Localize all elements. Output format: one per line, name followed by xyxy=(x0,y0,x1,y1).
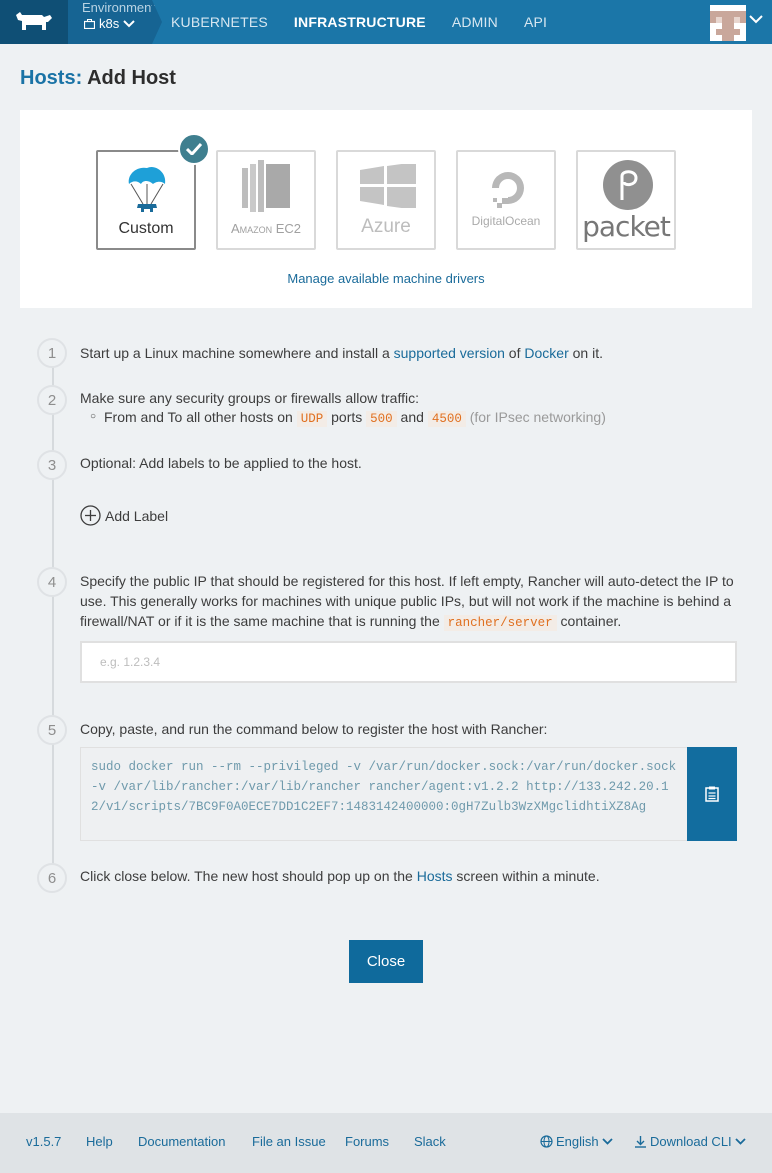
step-number-6: 6 xyxy=(37,863,67,893)
protocol-code: UDP xyxy=(296,411,328,427)
chevron-down-icon xyxy=(602,1138,613,1145)
rancher-logo[interactable] xyxy=(0,0,68,44)
steps-timeline xyxy=(52,355,54,885)
packet-icon xyxy=(603,160,653,210)
registration-command[interactable]: sudo docker run --rm --privileged -v /va… xyxy=(80,747,688,841)
step-2-bullet: ○ From and To all other hosts on UDP por… xyxy=(90,409,606,427)
footer-slack[interactable]: Slack xyxy=(414,1134,446,1149)
driver-azure-label: Azure xyxy=(361,216,411,237)
step-number-2: 2 xyxy=(37,385,67,415)
supported-version-link[interactable]: supported version xyxy=(394,345,505,361)
step-number-5: 5 xyxy=(37,715,67,745)
briefcase-icon xyxy=(84,18,95,29)
nav-infrastructure[interactable]: INFRASTRUCTURE xyxy=(294,14,426,30)
footer: v1.5.7 Help Documentation File an Issue … xyxy=(0,1113,772,1173)
footer-version[interactable]: v1.5.7 xyxy=(26,1134,61,1149)
step-1-text: Start up a Linux machine somewhere and i… xyxy=(80,345,603,361)
copy-command-button[interactable] xyxy=(687,747,737,841)
footer-documentation[interactable]: Documentation xyxy=(138,1134,225,1149)
step-5-text: Copy, paste, and run the command below t… xyxy=(80,721,548,737)
machine-driver-panel: Custom Amazon EC2 Azure DigitalOcean pac… xyxy=(20,110,752,308)
language-selector[interactable]: English xyxy=(540,1134,613,1149)
nav-api[interactable]: API xyxy=(524,14,547,30)
hosts-link[interactable]: Hosts xyxy=(417,868,453,884)
globe-icon xyxy=(540,1135,553,1148)
chevron-down-icon xyxy=(735,1138,746,1145)
step-number-4: 4 xyxy=(37,567,67,597)
top-nav: Environment k8s KUBERNETES INFRASTRUCTUR… xyxy=(0,0,772,44)
driver-amazon-ec2-label: Amazon EC2 xyxy=(230,221,302,236)
check-icon xyxy=(178,133,210,165)
step-4-text: Specify the public IP that should be reg… xyxy=(80,573,734,631)
add-label-button[interactable]: Add Label xyxy=(80,505,168,526)
amazon-ec2-icon xyxy=(242,160,290,212)
plus-circle-icon xyxy=(80,505,101,526)
download-icon xyxy=(635,1136,646,1148)
docker-link[interactable]: Docker xyxy=(524,345,568,361)
driver-custom-label: Custom xyxy=(118,220,174,237)
environment-switcher[interactable]: Environment k8s xyxy=(68,0,162,44)
footer-file-issue[interactable]: File an Issue xyxy=(252,1134,326,1149)
footer-forums[interactable]: Forums xyxy=(345,1134,389,1149)
step-6-text: Click close below. The new host should p… xyxy=(80,868,600,884)
nav-kubernetes[interactable]: KUBERNETES xyxy=(171,14,268,30)
public-ip-input[interactable] xyxy=(80,641,737,683)
driver-amazon-ec2[interactable]: Amazon EC2 xyxy=(216,150,316,250)
breadcrumb-hosts[interactable]: Hosts: xyxy=(20,67,82,89)
manage-drivers-link[interactable]: Manage available machine drivers xyxy=(20,271,752,286)
bullet-icon: ○ xyxy=(90,411,97,422)
rancher-server-code: rancher/server xyxy=(443,615,557,631)
driver-digitalocean-label: DigitalOcean xyxy=(471,214,541,228)
add-label-text: Add Label xyxy=(105,507,169,524)
environment-value[interactable]: k8s xyxy=(84,16,135,31)
driver-packet[interactable]: packet xyxy=(576,150,676,250)
port-4500-code: 4500 xyxy=(427,411,466,427)
step-number-1: 1 xyxy=(37,338,67,368)
digitalocean-icon xyxy=(492,172,524,208)
environment-label: Environment xyxy=(82,0,155,15)
user-avatar[interactable] xyxy=(710,5,746,41)
chevron-down-icon xyxy=(123,19,135,27)
download-cli[interactable]: Download CLI xyxy=(634,1134,746,1149)
footer-help[interactable]: Help xyxy=(86,1134,113,1149)
main-nav: KUBERNETES INFRASTRUCTURE ADMIN API xyxy=(171,0,573,44)
driver-packet-label: packet xyxy=(582,210,671,243)
step-number-3: 3 xyxy=(37,450,67,480)
parachute-icon xyxy=(128,166,166,212)
driver-custom[interactable]: Custom xyxy=(96,150,196,250)
environment-name: k8s xyxy=(99,16,120,31)
port-500-code: 500 xyxy=(366,411,397,427)
chevron-down-icon[interactable] xyxy=(749,15,763,24)
nav-admin[interactable]: ADMIN xyxy=(452,14,498,30)
page-title: Hosts: Add Host xyxy=(20,67,176,90)
close-button[interactable]: Close xyxy=(349,940,423,983)
step-2-text: Make sure any security groups or firewal… xyxy=(80,390,419,406)
rancher-cow-icon xyxy=(16,12,52,30)
page-title-text: Add Host xyxy=(87,67,176,89)
windows-icon xyxy=(360,164,416,208)
step-3-text: Optional: Add labels to be applied to th… xyxy=(80,455,362,471)
driver-digitalocean[interactable]: DigitalOcean xyxy=(456,150,556,250)
driver-azure[interactable]: Azure xyxy=(336,150,436,250)
clipboard-icon xyxy=(705,786,719,802)
